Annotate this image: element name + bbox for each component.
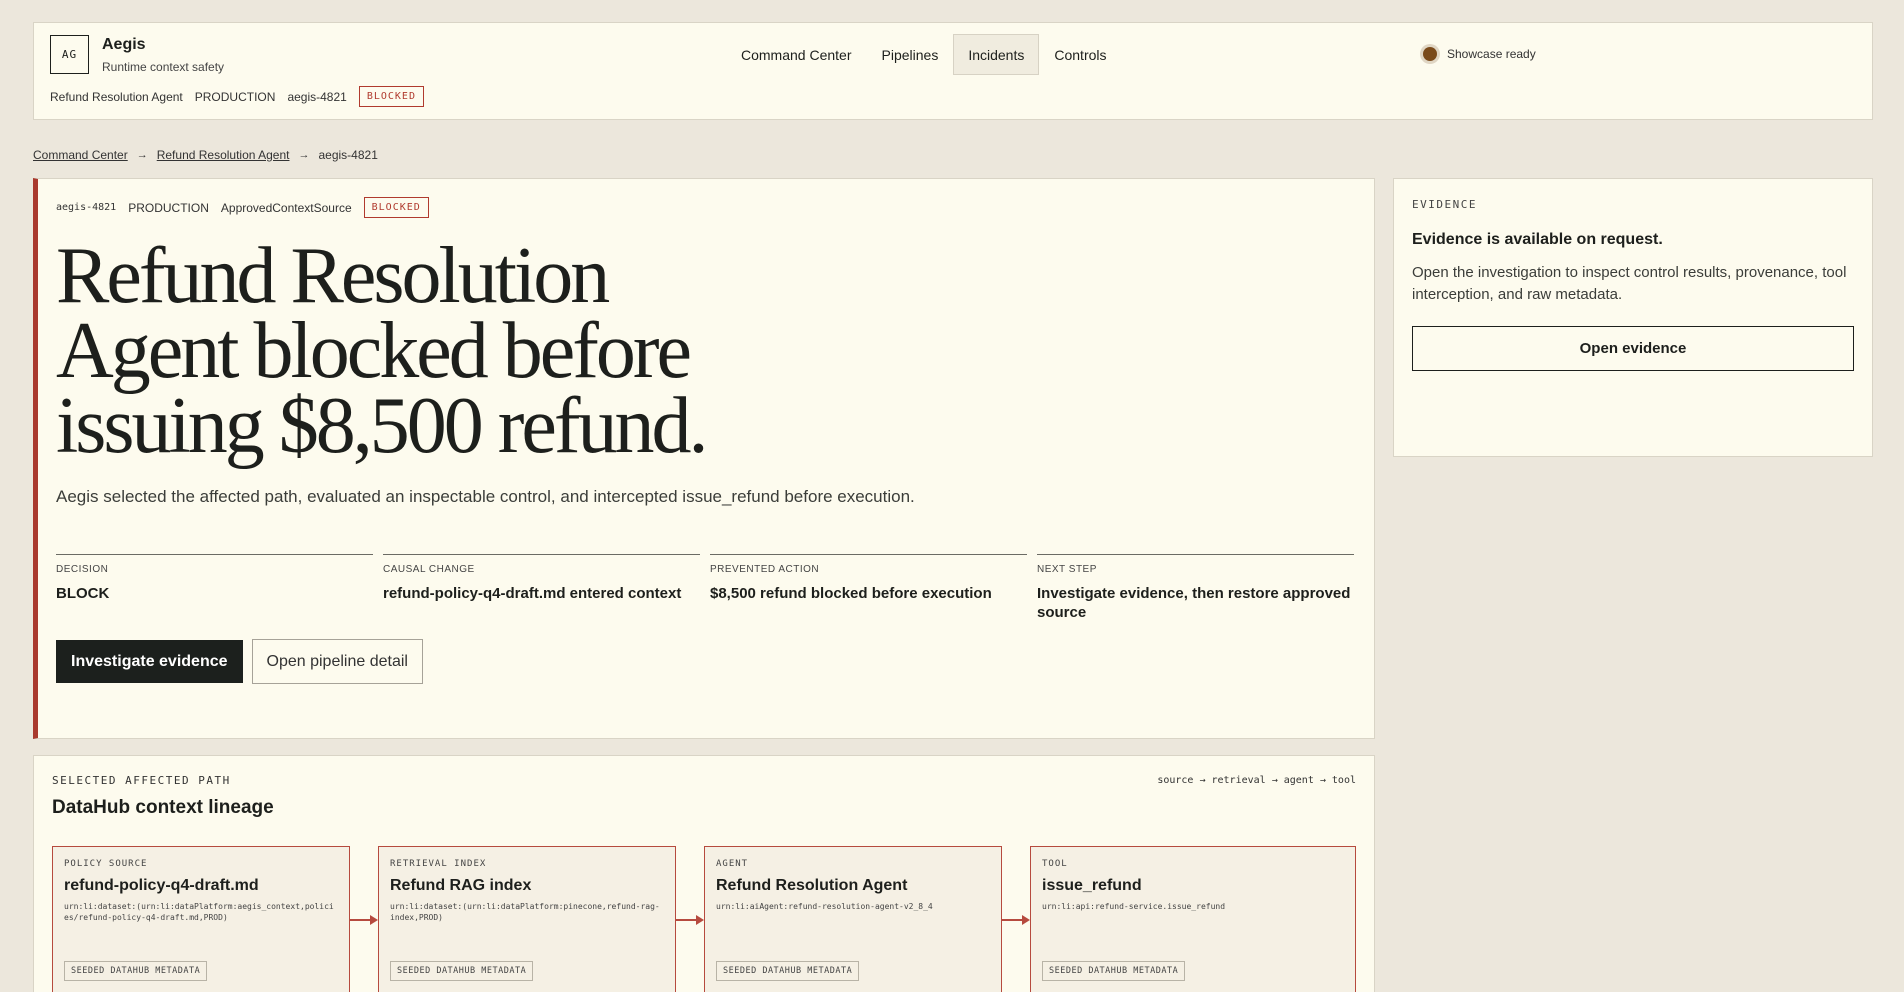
node-tag: SEEDED DATAHUB METADATA: [64, 961, 208, 981]
meta-env: PRODUCTION: [194, 89, 276, 104]
fact-value: refund-policy-q4-draft.md entered contex…: [383, 585, 682, 602]
fact-next-step: NEXT STEP Investigate evidence, then res…: [1037, 554, 1354, 622]
meta-agent: Refund Resolution Agent: [50, 89, 183, 104]
fact-label: NEXT STEP: [1037, 564, 1097, 575]
lineage-path: source → retrieval → agent → tool: [1157, 775, 1356, 786]
evidence-title: Evidence is available on request.: [1412, 231, 1663, 248]
nav-controls[interactable]: Controls: [1039, 34, 1121, 75]
open-pipeline-detail-button[interactable]: Open pipeline detail: [251, 639, 423, 684]
brand-name: Aegis: [102, 36, 146, 53]
lineage-nodes: POLICY SOURCE refund-policy-q4-draft.md …: [52, 846, 1356, 992]
node-tag: SEEDED DATAHUB METADATA: [1042, 961, 1186, 981]
arrow-right-icon: [350, 846, 378, 992]
arrow-right-icon: [1002, 846, 1030, 992]
fact-grid: DECISION BLOCK CAUSAL CHANGE refund-poli…: [56, 554, 1354, 622]
fact-value: Investigate evidence, then restore appro…: [1037, 585, 1351, 621]
node-tag: SEEDED DATAHUB METADATA: [390, 961, 534, 981]
nav-incidents[interactable]: Incidents: [953, 34, 1040, 75]
lineage-node-tool[interactable]: TOOL issue_refund urn:li:api:refund-serv…: [1030, 846, 1356, 992]
hero-description: Aegis selected the affected path, evalua…: [56, 487, 915, 506]
fact-value: BLOCK: [56, 585, 110, 602]
investigate-evidence-button[interactable]: Investigate evidence: [56, 640, 243, 683]
breadcrumb-current: aegis-4821: [318, 148, 378, 162]
breadcrumb-command-center[interactable]: Command Center: [33, 148, 128, 162]
evidence-card: EVIDENCE Evidence is available on reques…: [1393, 178, 1873, 457]
breadcrumb-agent[interactable]: Refund Resolution Agent: [157, 148, 290, 162]
node-tag: SEEDED DATAHUB METADATA: [716, 961, 860, 981]
node-title: refund-policy-q4-draft.md: [64, 877, 259, 894]
fact-label: DECISION: [56, 564, 109, 575]
lineage-node-retrieval-index[interactable]: RETRIEVAL INDEX Refund RAG index urn:li:…: [378, 846, 676, 992]
nav-command-center[interactable]: Command Center: [726, 34, 867, 75]
node-kind: TOOL: [1042, 859, 1068, 869]
top-bar: AG Aegis Runtime context safety Command …: [33, 22, 1873, 120]
lineage-title: DataHub context lineage: [52, 797, 274, 818]
hero-control: ApprovedContextSource: [220, 200, 352, 215]
page-title: Refund Resolution Agent blocked before i…: [56, 232, 709, 470]
lineage-node-policy-source[interactable]: POLICY SOURCE refund-policy-q4-draft.md …: [52, 846, 350, 992]
hero-env: PRODUCTION: [128, 200, 209, 215]
status-dot-icon: [1423, 47, 1437, 61]
lineage-node-agent[interactable]: AGENT Refund Resolution Agent urn:li:aiA…: [704, 846, 1002, 992]
fact-value: $8,500 refund blocked before execution: [710, 585, 992, 602]
evidence-label: EVIDENCE: [1412, 198, 1477, 211]
fact-causal-change: CAUSAL CHANGE refund-policy-q4-draft.md …: [383, 554, 700, 622]
node-urn: urn:li:aiAgent:refund-resolution-agent-v…: [716, 902, 933, 911]
node-urn: urn:li:api:refund-service.issue_refund: [1042, 902, 1226, 911]
node-kind: POLICY SOURCE: [64, 859, 148, 869]
incident-meta: Refund Resolution Agent PRODUCTION aegis…: [50, 86, 436, 107]
fact-prevented-action: PREVENTED ACTION $8,500 refund blocked b…: [710, 554, 1027, 622]
main-nav: Command Center Pipelines Incidents Contr…: [726, 34, 1122, 75]
meta-incident-id: aegis-4821: [287, 89, 347, 104]
status-badge: BLOCKED: [358, 86, 424, 107]
lineage-label: SELECTED AFFECTED PATH: [52, 774, 231, 787]
incident-hero-card: aegis-4821 PRODUCTION ApprovedContextSou…: [33, 178, 1375, 739]
fact-decision: DECISION BLOCK: [56, 554, 373, 622]
breadcrumb: Command Center → Refund Resolution Agent…: [33, 148, 378, 162]
lineage-card: SELECTED AFFECTED PATH DataHub context l…: [33, 755, 1375, 992]
open-evidence-button[interactable]: Open evidence: [1412, 326, 1854, 371]
arrow-right-icon: →: [136, 149, 148, 161]
fact-label: CAUSAL CHANGE: [383, 564, 475, 575]
brand-tagline: Runtime context safety: [102, 60, 225, 74]
node-title: issue_refund: [1042, 877, 1142, 894]
status-indicator: Showcase ready: [1423, 47, 1536, 61]
logo[interactable]: AG: [50, 35, 89, 74]
hero-meta: aegis-4821 PRODUCTION ApprovedContextSou…: [56, 197, 441, 218]
node-title: Refund RAG index: [390, 877, 532, 894]
hero-incident-id: aegis-4821: [56, 202, 117, 213]
nav-pipelines[interactable]: Pipelines: [867, 34, 954, 75]
node-urn: urn:li:dataset:(urn:li:dataPlatform:pine…: [390, 902, 660, 922]
evidence-description: Open the investigation to inspect contro…: [1412, 264, 1847, 303]
node-urn: urn:li:dataset:(urn:li:dataPlatform:aegi…: [64, 902, 334, 922]
arrow-right-icon: →: [298, 149, 310, 161]
arrow-right-icon: [676, 846, 704, 992]
node-title: Refund Resolution Agent: [716, 877, 908, 894]
node-kind: AGENT: [716, 859, 749, 869]
hero-status-badge: BLOCKED: [363, 197, 429, 218]
node-kind: RETRIEVAL INDEX: [390, 859, 487, 869]
status-text: Showcase ready: [1447, 47, 1536, 61]
fact-label: PREVENTED ACTION: [710, 564, 820, 575]
hero-actions: Investigate evidence Open pipeline detai…: [56, 639, 423, 684]
